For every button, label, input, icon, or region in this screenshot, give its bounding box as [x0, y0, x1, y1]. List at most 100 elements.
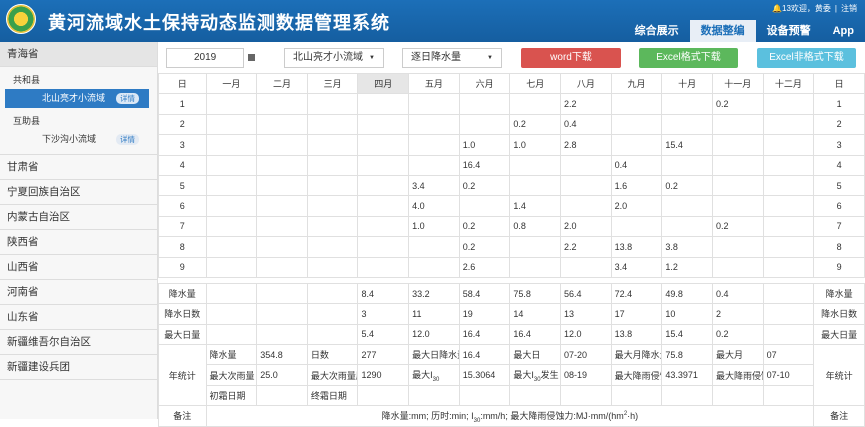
sidebar-province[interactable]: 内蒙古自治区	[0, 205, 157, 230]
sidebar-province[interactable]: 甘肃省	[0, 155, 157, 180]
table-cell	[256, 215, 308, 238]
notification-count: 13	[782, 4, 791, 13]
nav-data-compile[interactable]: 数据整编	[689, 20, 756, 42]
table-cell: 58.4	[458, 282, 511, 305]
table-cell: 11	[408, 303, 460, 325]
user-bar: 🔔13欢迎，黄委 | 注销	[772, 3, 857, 14]
nav-device-alert[interactable]: 设备预警	[756, 20, 822, 42]
table-cell	[357, 113, 410, 136]
annual-cell: 最大I30发生	[509, 364, 562, 386]
calendar-icon[interactable]	[248, 54, 255, 61]
nav-overview[interactable]: 综合展示	[624, 20, 690, 42]
table-cell: 2.8	[560, 134, 612, 156]
table-cell: 3.4	[408, 174, 460, 197]
annual-cell: 08-19	[560, 364, 612, 386]
sidebar-province[interactable]: 河南省	[0, 280, 157, 305]
sidebar-province[interactable]: 宁夏回族自治区	[0, 180, 157, 205]
table-cell	[205, 154, 258, 176]
table-cell	[306, 93, 359, 115]
logo-icon	[6, 4, 36, 34]
sidebar-province[interactable]: 陕西省	[0, 230, 157, 255]
details-badge[interactable]: 详情	[116, 134, 139, 145]
sidebar-province[interactable]: 山西省	[0, 255, 157, 280]
welcome-text: 欢迎，黄委	[790, 4, 831, 13]
year-input[interactable]: 2019	[166, 48, 244, 68]
table-cell	[711, 195, 764, 217]
table-cell: 6	[813, 195, 865, 217]
table-cell: 33.2	[408, 282, 460, 305]
table-cell: 降水日数	[158, 303, 207, 325]
table-cell: 0.2	[711, 215, 764, 238]
app-title: 黄河流域水土保持动态监测数据管理系统	[48, 13, 390, 34]
table-cell	[458, 113, 511, 136]
table-cell: 72.4	[610, 282, 663, 305]
excel-download-button[interactable]: Excel格式下载	[639, 48, 738, 68]
sidebar-province[interactable]: 山东省	[0, 305, 157, 330]
table-cell: 12.0	[408, 323, 460, 346]
table-cell: 1	[158, 93, 207, 115]
excel-raw-download-button[interactable]: Excel非格式下载	[757, 48, 856, 68]
col-header-month: 二月	[256, 72, 308, 95]
basin-item[interactable]: 下沙沟小流域 详情	[5, 130, 149, 149]
type-select-value: 逐日降水量	[411, 52, 461, 63]
table-cell	[408, 113, 460, 136]
table-cell: 75.8	[509, 282, 562, 305]
summary-row: 最大日量 5.4 12.0 16.4 16.4 12.0 13.8 15.4 0.2 最大日量	[158, 323, 865, 346]
sidebar-province[interactable]: 新疆建设兵团	[0, 355, 157, 380]
table-cell	[256, 256, 308, 278]
remark-label: 备注	[813, 405, 865, 427]
annual-cell: 15.3064	[458, 364, 511, 386]
table-cell	[509, 236, 562, 258]
sidebar: 青海省 共和县 北山亮才小流域 详情 互助县 下沙沟小流域 详情 甘肃省 宁夏回族…	[0, 42, 158, 419]
table-cell: 2	[711, 303, 764, 325]
annual-cell: 07-10	[762, 364, 815, 386]
table-cell	[357, 174, 410, 197]
bell-icon[interactable]: 🔔	[772, 4, 782, 13]
table-cell	[762, 215, 815, 238]
county-label: 共和县	[13, 75, 41, 85]
table-row: 3 1.0 1.0 2.8 15.4 3	[158, 134, 865, 156]
col-header-month: 六月	[458, 72, 511, 95]
table-cell: 最大日量	[813, 323, 865, 346]
table-cell	[509, 93, 562, 115]
annual-cell	[661, 384, 713, 407]
nav-app[interactable]: App	[822, 20, 865, 42]
table-cell	[661, 215, 713, 238]
table-cell	[711, 174, 764, 197]
table-cell	[711, 134, 764, 156]
logout-link[interactable]: 注销	[841, 4, 857, 13]
table-cell: 2	[158, 113, 207, 136]
table-cell	[256, 93, 308, 115]
summary-row: 降水量 8.4 33.2 58.4 75.8 56.4 72.4 49.8 0.4 降水量	[158, 282, 865, 305]
details-badge[interactable]: 详情	[116, 93, 139, 104]
table-cell	[357, 154, 410, 176]
table-cell: 14	[509, 303, 562, 325]
table-cell	[711, 154, 764, 176]
sidebar-province-qinghai[interactable]: 青海省	[0, 42, 157, 67]
table-cell	[306, 174, 359, 197]
type-select[interactable]: 逐日降水量 ▼	[402, 48, 502, 68]
table-cell: 8	[813, 236, 865, 258]
table-cell: 3.8	[661, 236, 713, 258]
table-cell: 2	[813, 113, 865, 136]
annual-label: 年统计	[158, 344, 207, 407]
remark-row: 备注 降水量:mm; 历时:min; I30:mm/h; 最大降雨侵蚀力:MJ·m…	[158, 405, 865, 427]
col-header-day: 日	[158, 72, 207, 95]
precip-table: 日一月 二月 三月 四月 五月 六月 七月 八月 九月 十月 十一月 十二月日 1 2.2 0.2 1 2 0.…	[158, 72, 865, 427]
table-cell	[306, 303, 359, 325]
remark-text: 降水量:mm; 历时:min; I30:mm/h; 最大降雨侵蚀力:MJ·mm/…	[205, 405, 815, 427]
basin-select[interactable]: 北山亮才小流域 ▼	[284, 48, 384, 68]
table-cell: 0.4	[560, 113, 612, 136]
table-cell	[357, 215, 410, 238]
table-cell	[762, 93, 815, 115]
sidebar-province[interactable]: 新疆维吾尔自治区	[0, 330, 157, 355]
remark-label: 备注	[158, 405, 207, 427]
table-cell: 3	[357, 303, 410, 325]
word-download-button[interactable]: word下载	[521, 48, 621, 68]
table-cell	[408, 154, 460, 176]
summary-row: 降水日数 3 11 19 14 13 17 10 2 降水日数	[158, 303, 865, 325]
toolbar: 2019 北山亮才小流域 ▼ 逐日降水量 ▼ word下载 Excel格式下载 Ex…	[166, 46, 865, 70]
table-cell: 3	[158, 134, 207, 156]
table-cell: 4	[813, 154, 865, 176]
basin-item-selected[interactable]: 北山亮才小流域 详情	[5, 89, 149, 108]
